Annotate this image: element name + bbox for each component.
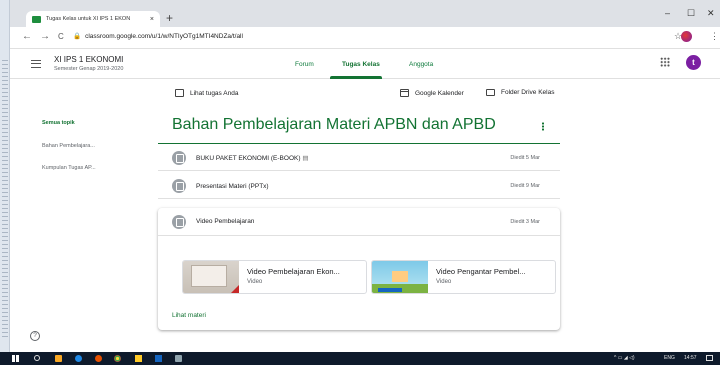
material-posted-date: Diedit 9 Mar — [510, 183, 540, 189]
attachment-type: Video — [436, 279, 452, 285]
profile-extension-icon[interactable] — [681, 31, 692, 42]
active-tab-indicator — [330, 76, 382, 79]
video-thumbnail — [372, 261, 428, 293]
sidebar-item-bahan-pembelajaran[interactable]: Bahan Pembelajara... — [42, 143, 95, 149]
attachment-type: Video — [247, 279, 263, 285]
forward-arrow-icon[interactable]: → — [40, 32, 50, 42]
topic-more-options-icon[interactable] — [542, 122, 544, 131]
notification-center-icon[interactable] — [706, 355, 713, 361]
thumbnail-corner-mark — [231, 285, 239, 293]
tab-tugas-kelas[interactable]: Tugas Kelas — [342, 61, 380, 68]
google-calendar-button[interactable]: Google Kalender — [400, 89, 464, 97]
attachment-title: Video Pengantar Pembel... — [436, 267, 526, 276]
view-your-work-button[interactable]: Lihat tugas Anda — [175, 89, 238, 97]
calendar-icon — [400, 89, 409, 97]
classroom-header: XI IPS 1 EKONOMI Semester Genap 2019-202… — [10, 49, 720, 79]
material-posted-date: Diedit 5 Mar — [510, 155, 540, 161]
material-row[interactable]: BUKU PAKET EKONOMI (E-BOOK) ▤ Diedit 5 M… — [158, 146, 560, 171]
topic-title: Bahan Pembelajaran Materi APBN dan APBD — [172, 116, 496, 133]
material-title: Presentasi Materi (PPTx) — [196, 182, 269, 190]
chrome-icon[interactable] — [114, 355, 121, 362]
attachment-title: Video Pembelajaran Ekon... — [247, 267, 340, 276]
back-arrow-icon[interactable]: ← — [22, 32, 32, 42]
url-text: classroom.google.com/u/1/w/NTIyOTg1MTI4N… — [85, 33, 243, 40]
tab-bar: Tugas Kelas untuk XI IPS 1 EKON × + – ☐ … — [10, 0, 720, 27]
material-icon — [172, 179, 186, 193]
user-avatar[interactable]: t — [686, 55, 701, 70]
topic-divider — [158, 143, 560, 144]
taskbar-pinned-app-icon[interactable] — [175, 355, 182, 362]
thumbnail-slide — [191, 265, 227, 287]
taskbar-search-icon[interactable] — [34, 355, 40, 361]
new-tab-icon[interactable]: + — [166, 12, 173, 24]
sidebar-item-all-topics[interactable]: Semua topik — [42, 120, 75, 126]
help-icon[interactable]: ? — [30, 331, 40, 341]
system-tray-icons[interactable]: ^ ▭ ◢ ◁) — [614, 355, 635, 362]
edge-browser-icon[interactable] — [75, 355, 82, 362]
material-title: BUKU PAKET EKONOMI (E-BOOK) ▤ — [196, 155, 309, 162]
assignment-icon — [175, 89, 184, 97]
material-posted-date: Diedit 3 Mar — [510, 218, 540, 225]
taskbar-clock[interactable]: 14:57 — [684, 355, 697, 362]
minimize-icon[interactable]: – — [665, 8, 670, 18]
tab-title: Tugas Kelas untuk XI IPS 1 EKON — [46, 16, 131, 22]
tab-close-icon[interactable]: × — [150, 16, 154, 23]
material-icon — [172, 214, 186, 229]
class-name[interactable]: XI IPS 1 EKONOMI — [54, 55, 123, 64]
attachment-count-icon: ▤ — [302, 155, 309, 162]
url-field[interactable]: 🔒 classroom.google.com/u/1/w/NTIyOTg1MTI4… — [73, 32, 243, 42]
class-drive-folder-button[interactable]: Folder Drive Kelas — [486, 89, 554, 96]
background-window-texture — [2, 60, 8, 340]
view-your-work-label: Lihat tugas Anda — [190, 89, 239, 97]
browser-tab[interactable]: Tugas Kelas untuk XI IPS 1 EKON × — [26, 11, 160, 27]
browser-menu-icon[interactable]: ⋮ — [710, 31, 719, 42]
class-semester: Semester Genap 2019-2020 — [54, 66, 124, 72]
thumbnail-house — [392, 271, 408, 282]
thumbnail-banner — [378, 288, 402, 292]
material-row[interactable]: Presentasi Materi (PPTx) Diedit 9 Mar — [158, 174, 560, 199]
folder-icon — [486, 89, 495, 96]
main-menu-icon[interactable] — [31, 60, 41, 68]
video-thumbnail — [183, 261, 239, 293]
view-material-link[interactable]: Lihat materi — [172, 312, 206, 319]
video-attachment[interactable]: Video Pembelajaran Ekon... Video — [182, 260, 367, 294]
class-drive-folder-label: Folder Drive Kelas — [501, 89, 555, 96]
windows-start-icon[interactable] — [12, 355, 19, 362]
reload-icon[interactable]: C — [58, 32, 64, 42]
tab-anggota[interactable]: Anggota — [409, 61, 433, 68]
address-bar: ← → C 🔒 classroom.google.com/u/1/w/NTIyOT… — [10, 27, 720, 49]
lock-icon: 🔒 — [73, 33, 82, 40]
expanded-material-card: Video Pembelajaran Diedit 3 Mar Video Pe… — [158, 208, 560, 330]
background-window-edge — [0, 0, 10, 352]
tab-forum[interactable]: Forum — [295, 61, 314, 68]
video-attachment[interactable]: Video Pengantar Pembel... Video — [371, 260, 556, 294]
classroom-favicon-icon — [32, 15, 41, 23]
apps-grid-icon[interactable] — [660, 57, 670, 67]
material-title: Video Pembelajaran — [196, 218, 255, 225]
material-card-header[interactable]: Video Pembelajaran Diedit 3 Mar — [158, 208, 560, 236]
input-language[interactable]: ENG — [664, 355, 675, 362]
sidebar-item-kumpulan-tugas[interactable]: Kumpulan Tugas AP... — [42, 165, 96, 171]
word-icon[interactable] — [155, 355, 162, 362]
firefox-icon[interactable] — [95, 355, 102, 362]
google-calendar-label: Google Kalender — [415, 89, 464, 97]
maximize-icon[interactable]: ☐ — [687, 8, 695, 19]
file-explorer-icon[interactable] — [135, 355, 142, 362]
taskbar-app-icon[interactable] — [55, 355, 62, 362]
material-icon — [172, 151, 186, 165]
windows-taskbar: ^ ▭ ◢ ◁) ENG 14:57 — [0, 352, 720, 365]
close-window-icon[interactable]: ✕ — [707, 8, 715, 19]
